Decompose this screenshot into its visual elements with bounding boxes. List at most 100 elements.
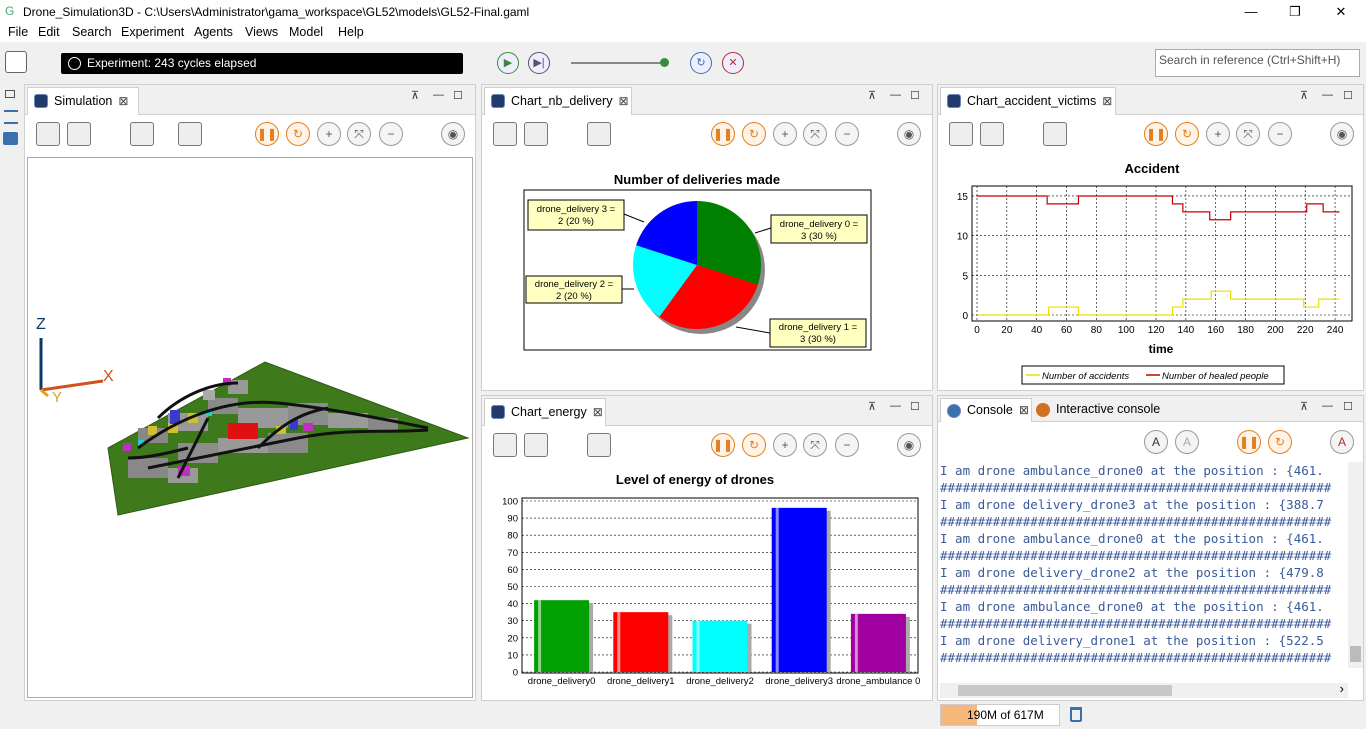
save-snapshot-icon[interactable] [67,122,91,146]
zoom-fit-icon[interactable]: ⤧ [347,122,371,146]
reference-search-input[interactable]: Search in reference (Ctrl+Shift+H) [1155,49,1360,77]
layers-icon[interactable] [130,122,154,146]
restore-button[interactable]: ❐ [1280,2,1310,22]
pause-view-icon[interactable]: ❚❚ [1144,122,1168,146]
sync-view-icon[interactable]: ↻ [1175,122,1199,146]
menu-experiment[interactable]: Experiment [121,25,184,39]
minimize-button[interactable]: — [1236,2,1266,22]
3d-scene-view[interactable]: Z X Y [27,157,473,698]
tab-console[interactable]: Console ⊠ [940,398,1032,422]
toggle-side-icon[interactable] [36,122,60,146]
pause-view-icon[interactable]: ❚❚ [255,122,279,146]
minimize-view-icon[interactable]: — [433,89,444,101]
close-window-button[interactable]: ✕ [1326,2,1356,22]
stop-button[interactable]: ✕ [722,52,744,74]
layers-icon[interactable] [587,433,611,457]
maximize-view-icon[interactable]: ☐ [1343,89,1353,102]
toggle-overlay-icon[interactable]: ⊼ [868,400,876,413]
menu-agents[interactable]: Agents [194,25,233,39]
zoom-out-icon[interactable]: − [835,122,859,146]
camera-icon[interactable]: ◉ [1330,122,1354,146]
zoom-out-icon[interactable]: − [835,433,859,457]
speed-slider-track[interactable] [571,62,665,64]
font-decrease-icon[interactable]: A [1175,430,1199,454]
tab-interactive-console[interactable]: Interactive console [1034,399,1164,421]
sync-console-icon[interactable]: ↻ [1268,430,1292,454]
toggle-overlay-icon[interactable]: ⊼ [1300,89,1308,102]
save-snapshot-icon[interactable] [524,122,548,146]
save-snapshot-icon[interactable] [980,122,1004,146]
agents-browser-icon[interactable] [3,132,18,145]
run-button[interactable]: ▶ [497,52,519,74]
font-increase-icon[interactable]: A [1144,430,1168,454]
zoom-out-icon[interactable]: − [379,122,403,146]
step-button[interactable]: ▶| [528,52,550,74]
zoom-in-icon[interactable]: + [773,433,797,457]
save-snapshot-icon[interactable] [524,433,548,457]
display-options-icon[interactable] [178,122,202,146]
maximize-view-icon[interactable]: ☐ [910,89,920,102]
close-tab-icon[interactable]: ⊠ [593,405,603,419]
maximize-view-icon[interactable]: ☐ [910,400,920,413]
maximize-view-icon[interactable]: ☐ [453,89,463,102]
minimize-view-icon[interactable]: — [890,400,901,412]
scroll-right-icon[interactable]: › [1340,681,1344,696]
toggle-overlay-icon[interactable]: ⊼ [1300,400,1308,413]
toggle-side-icon[interactable] [949,122,973,146]
camera-icon[interactable]: ◉ [441,122,465,146]
pause-view-icon[interactable]: ❚❚ [711,433,735,457]
speed-slider-handle[interactable] [660,58,669,67]
zoom-fit-icon[interactable]: ⤧ [803,122,827,146]
tab-chart-energy[interactable]: Chart_energy ⊠ [484,398,606,426]
menu-search[interactable]: Search [72,25,112,39]
tab-simulation[interactable]: Simulation ⊠ [27,87,139,115]
zoom-fit-icon[interactable]: ⤧ [803,433,827,457]
toggle-side-icon[interactable] [493,122,517,146]
restore-view-icon[interactable] [5,90,15,98]
zoom-in-icon[interactable]: + [1206,122,1230,146]
layers-icon[interactable] [587,122,611,146]
menu-views[interactable]: Views [245,25,278,39]
zoom-in-icon[interactable]: + [317,122,341,146]
sync-view-icon[interactable]: ↻ [286,122,310,146]
reload-button[interactable]: ↻ [690,52,712,74]
parameters-icon[interactable] [4,110,18,124]
memory-indicator[interactable]: 190M of 617M [940,704,1060,726]
zoom-out-icon[interactable]: − [1268,122,1292,146]
close-tab-icon[interactable]: ⊠ [118,94,128,108]
console-vertical-scrollbar[interactable] [1348,462,1363,668]
horizontal-scroll-thumb[interactable] [958,685,1172,696]
3d-scene-canvas[interactable]: Z X Y [28,158,474,699]
toggle-overlay-icon[interactable]: ⊼ [411,89,419,102]
pause-console-icon[interactable]: ❚❚ [1237,430,1261,454]
editor-icon[interactable] [5,51,27,73]
menu-model[interactable]: Model [289,25,323,39]
minimize-view-icon[interactable]: — [1322,400,1333,412]
menu-edit[interactable]: Edit [38,25,60,39]
sync-view-icon[interactable]: ↻ [742,433,766,457]
clear-console-icon[interactable]: A [1330,430,1354,454]
console-horizontal-scrollbar[interactable]: › [940,681,1348,698]
maximize-view-icon[interactable]: ☐ [1343,400,1353,413]
toggle-overlay-icon[interactable]: ⊼ [868,89,876,102]
sync-view-icon[interactable]: ↻ [742,122,766,146]
zoom-in-icon[interactable]: + [773,122,797,146]
close-tab-icon[interactable]: ⊠ [618,94,628,108]
tab-chart-accident-victims[interactable]: Chart_accident_victims ⊠ [940,87,1116,115]
camera-icon[interactable]: ◉ [897,122,921,146]
pause-view-icon[interactable]: ❚❚ [711,122,735,146]
console-output[interactable]: I am drone ambulance_drone0 at the posit… [940,462,1347,668]
minimize-view-icon[interactable]: — [890,89,901,101]
close-tab-icon[interactable]: ⊠ [1019,403,1029,417]
camera-icon[interactable]: ◉ [897,433,921,457]
vertical-scroll-thumb[interactable] [1350,646,1361,662]
zoom-fit-icon[interactable]: ⤧ [1236,122,1260,146]
menu-help[interactable]: Help [338,25,364,39]
menu-file[interactable]: File [8,25,28,39]
toggle-side-icon[interactable] [493,433,517,457]
garbage-collect-icon[interactable] [1070,707,1082,722]
tab-chart-nb-delivery[interactable]: Chart_nb_delivery ⊠ [484,87,632,115]
close-tab-icon[interactable]: ⊠ [1102,94,1112,108]
minimize-view-icon[interactable]: — [1322,89,1333,101]
layers-icon[interactable] [1043,122,1067,146]
